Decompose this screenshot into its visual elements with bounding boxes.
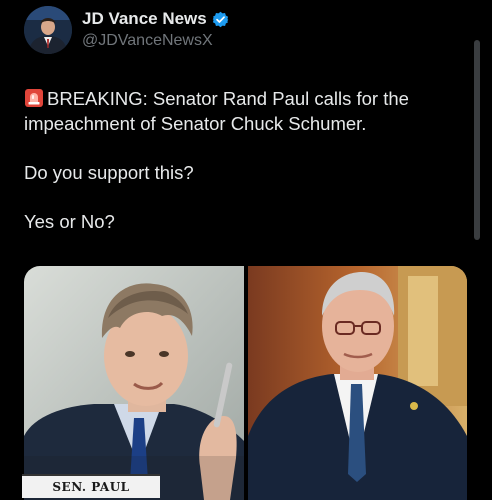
photo-senator-schumer bbox=[248, 266, 467, 500]
avatar-image bbox=[24, 6, 72, 54]
tweet-text: BREAKING: Senator Rand Paul calls for th… bbox=[24, 86, 464, 234]
tweet-prompt: Yes or No? bbox=[24, 211, 115, 232]
scrollbar[interactable] bbox=[474, 40, 480, 240]
tweet-headline-line: BREAKING: Senator Rand Paul calls for th… bbox=[24, 86, 464, 136]
tweet-question: Do you support this? bbox=[24, 162, 194, 183]
author-avatar[interactable] bbox=[24, 6, 72, 54]
tweet-headline: BREAKING: Senator Rand Paul calls for th… bbox=[24, 88, 409, 134]
rotating-light-icon bbox=[24, 88, 44, 108]
display-name-text: JD Vance News bbox=[82, 9, 207, 28]
media-photo-right[interactable] bbox=[248, 266, 467, 500]
nameplate-sen-paul: SEN. PAUL bbox=[22, 474, 160, 498]
media-photo-left[interactable] bbox=[24, 266, 244, 500]
photo-senator-paul bbox=[24, 266, 244, 500]
tweet-media[interactable] bbox=[24, 266, 467, 500]
author-display-name[interactable]: JD Vance News bbox=[82, 9, 229, 29]
author-handle[interactable]: @JDVanceNewsX bbox=[82, 32, 213, 50]
verified-badge-icon bbox=[212, 11, 228, 27]
